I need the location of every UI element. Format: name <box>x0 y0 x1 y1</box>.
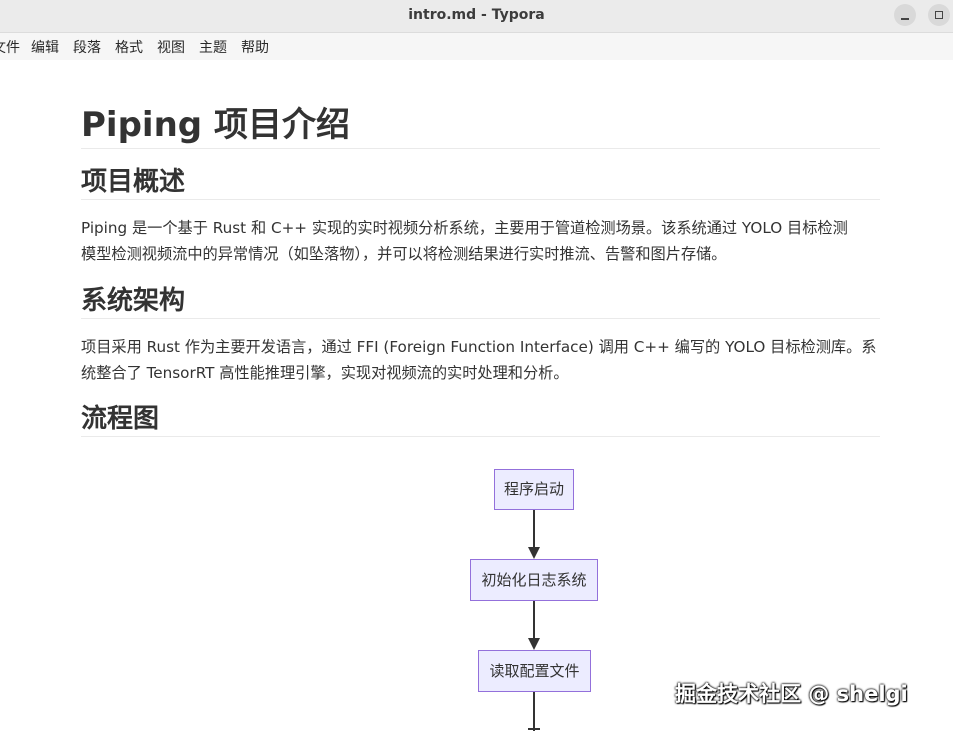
watermark: 掘金技术社区 @ shelgi <box>675 682 908 706</box>
typora-window: intro.md - Typora 文件 编辑 段落 格式 视图 主题 帮助 P… <box>0 0 953 731</box>
flow-node-init-logging: 初始化日志系统 <box>470 559 598 601</box>
arrowhead-icon <box>528 547 540 559</box>
flow-node-read-config: 读取配置文件 <box>478 650 591 692</box>
flow-node-start: 程序启动 <box>494 469 574 510</box>
arrowhead-icon <box>528 638 540 650</box>
flowchart-edges <box>528 509 540 731</box>
